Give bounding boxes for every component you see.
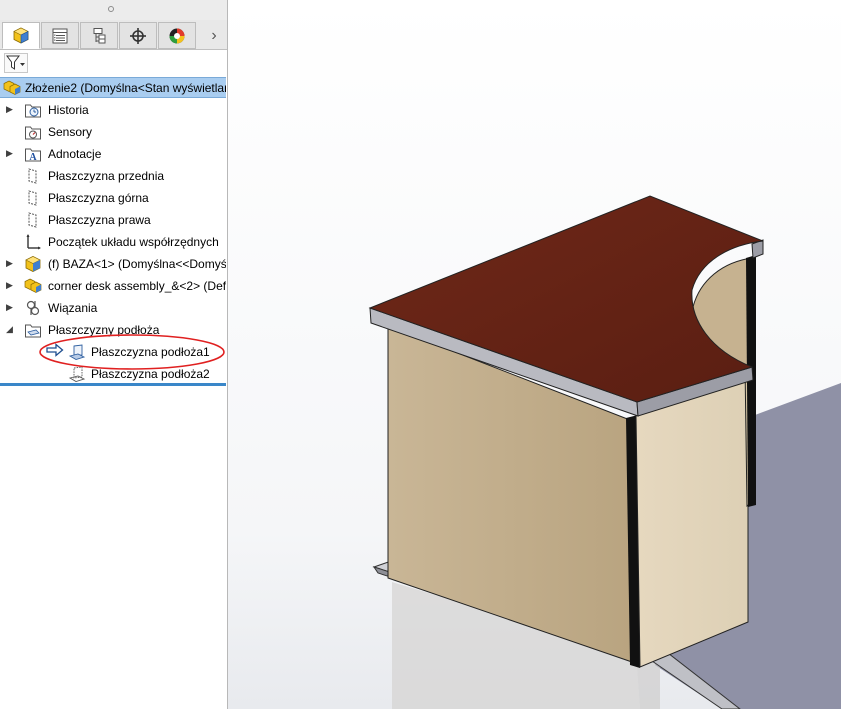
tab-displaymanager[interactable] — [158, 22, 196, 49]
plane-icon — [28, 190, 37, 206]
tree-item-baza-part[interactable]: ▶ (f) BAZA<1> (Domyślna<<Domyślna>_Stan … — [0, 253, 226, 275]
svg-text:A: A — [29, 152, 37, 163]
feature-manager-panel: › Złożenie2 (Domyślna<Stan wyświetlania-… — [0, 0, 228, 709]
collapse-arrow-icon[interactable]: ◢ — [6, 324, 14, 334]
ground-plane-icon — [68, 366, 86, 382]
tree-item-label: Początek układu współrzędnych — [48, 235, 219, 249]
tree-item-ground-planes-folder[interactable]: ◢ Płaszczyzny podłoża — [0, 319, 226, 341]
tree-item-label: (f) BAZA<1> (Domyślna<<Domyślna>_Stan wy… — [48, 257, 226, 271]
origin-icon — [26, 234, 41, 250]
ground-planes-folder-icon — [25, 324, 41, 338]
tree-item-label: Historia — [48, 103, 89, 117]
tree-item-corner-desk-assembly[interactable]: ▶ corner desk assembly_&<2> (Default<Dis… — [0, 275, 226, 297]
mates-icon — [26, 300, 40, 316]
chevron-right-icon[interactable]: › — [204, 26, 224, 46]
tree-root-label: Złożenie2 (Domyślna<Stan wyświetlania-1>… — [25, 81, 226, 95]
tab-configurationmanager[interactable] — [80, 22, 118, 49]
tree-root-assembly[interactable]: Złożenie2 (Domyślna<Stan wyświetlania-1>… — [0, 77, 226, 98]
manager-tab-bar: › — [0, 20, 228, 50]
plane-icon — [28, 212, 37, 228]
assembly-icon — [3, 80, 21, 95]
history-folder-icon — [25, 104, 41, 118]
annotations-icon: A — [25, 148, 41, 163]
tree-item-origin[interactable]: Początek układu współrzędnych — [0, 231, 226, 253]
tree-item-label: corner desk assembly_&<2> (Default<Displ… — [48, 279, 226, 293]
tree-item-label: Płaszczyzna prawa — [48, 213, 151, 227]
tab-propertymanager[interactable] — [41, 22, 79, 49]
tree-item-adnotacje[interactable]: ▶ A Adnotacje — [0, 143, 226, 165]
expand-arrow-icon[interactable]: ▶ — [6, 258, 14, 268]
featuremanager-icon — [13, 27, 29, 43]
tree-item-right-plane[interactable]: Płaszczyzna prawa — [0, 209, 226, 231]
expand-arrow-icon[interactable]: ▶ — [6, 302, 14, 312]
tree-item-label: Wiązania — [48, 301, 98, 315]
expand-arrow-icon[interactable]: ▶ — [6, 104, 14, 114]
rollback-bar[interactable] — [0, 383, 226, 386]
expand-arrow-icon[interactable]: ▶ — [6, 148, 14, 158]
tree-item-label: Płaszczyzna podłoża1 — [91, 345, 210, 359]
tab-featuremanager[interactable] — [2, 22, 40, 49]
graphics-viewport[interactable] — [228, 0, 841, 709]
tab-dimxpertmanager[interactable] — [119, 22, 157, 49]
tree-item-label: Płaszczyzna przednia — [48, 169, 165, 183]
tree-item-sensory[interactable]: Sensory — [0, 121, 226, 143]
tree-item-mates[interactable]: ▶ Wiązania — [0, 297, 226, 319]
configurationmanager-icon — [93, 27, 106, 43]
tree-item-label: Sensory — [48, 125, 93, 139]
tree-item-label: Adnotacje — [48, 147, 102, 161]
dimxpert-icon — [130, 27, 146, 44]
panel-grip-icon[interactable] — [108, 6, 114, 12]
subassembly-icon — [24, 278, 42, 293]
tree-item-label: Płaszczyzna podłoża2 — [91, 367, 210, 381]
part-icon — [25, 256, 41, 272]
ground-plane-icon — [68, 344, 86, 360]
displaymanager-icon — [169, 28, 185, 43]
desk-side-panel — [635, 379, 749, 668]
tree-item-historia[interactable]: ▶ Historia — [0, 99, 226, 121]
plane-icon — [28, 168, 37, 184]
expand-arrow-icon[interactable]: ▶ — [6, 280, 14, 290]
tree-item-top-plane[interactable]: Płaszczyzna górna — [0, 187, 226, 209]
panel-title-strip — [0, 0, 228, 20]
tree-item-front-plane[interactable]: Płaszczyzna przednia — [0, 165, 226, 187]
tree-filter-bar — [0, 50, 228, 75]
filter-button[interactable] — [4, 53, 28, 73]
tree-item-label: Płaszczyzna górna — [48, 191, 149, 205]
filter-icon — [6, 55, 25, 70]
tree-item-label: Płaszczyzny podłoża — [48, 323, 160, 337]
propertymanager-icon — [52, 28, 68, 43]
sensors-icon — [25, 126, 41, 140]
tree-item-ground-plane-1[interactable]: Płaszczyzna podłoża1 — [0, 341, 226, 363]
tree-item-ground-plane-2[interactable]: Płaszczyzna podłoża2 — [0, 363, 226, 385]
